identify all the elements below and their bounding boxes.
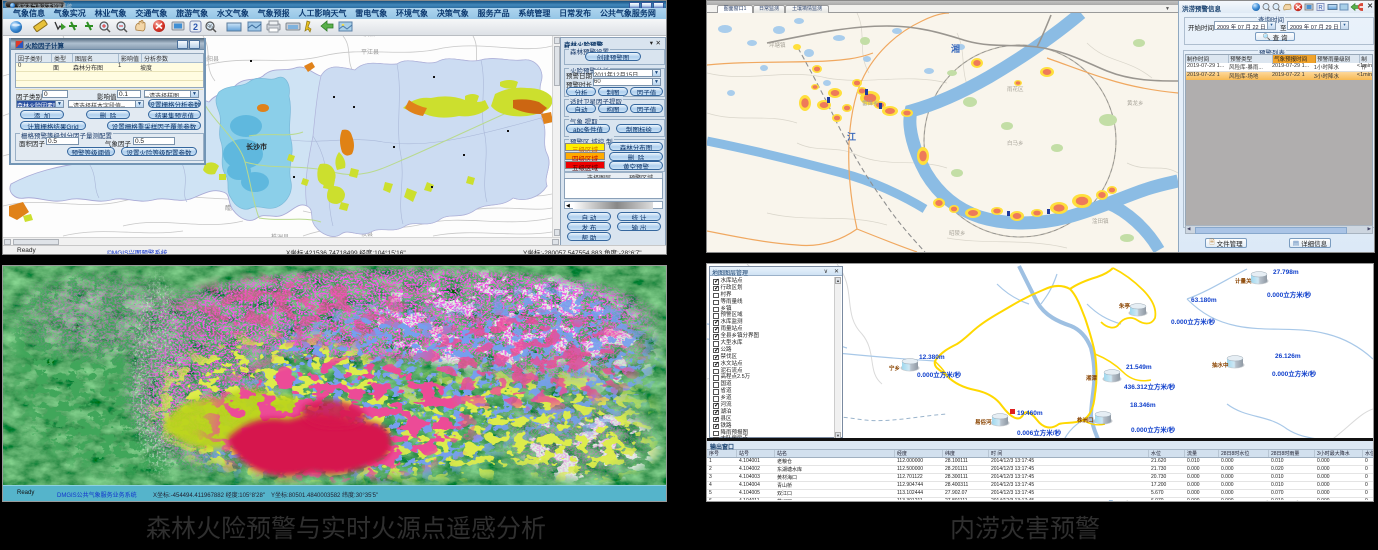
svg-text:黄龙乡: 黄龙乡 bbox=[1127, 99, 1144, 107]
svg-text:朱亭: 朱亭 bbox=[1119, 302, 1131, 310]
svg-text:平江县: 平江县 bbox=[361, 49, 379, 56]
svg-text:R: R bbox=[1318, 6, 1323, 12]
svg-text:淦田镇: 淦田镇 bbox=[1092, 217, 1109, 225]
svg-text:雷锋乡: 雷锋乡 bbox=[862, 99, 879, 107]
svg-text:0.000立方米/秒: 0.000立方米/秒 bbox=[1131, 425, 1176, 434]
svg-text:19.460m: 19.460m bbox=[1017, 410, 1043, 417]
svg-text:坪塘镇: 坪塘镇 bbox=[769, 41, 786, 49]
svg-text:湘潭: 湘潭 bbox=[1086, 374, 1098, 382]
svg-text:12.380m: 12.380m bbox=[919, 354, 945, 361]
svg-text:江: 江 bbox=[847, 131, 856, 142]
svg-text:2: 2 bbox=[193, 22, 198, 32]
svg-text:雨花区: 雨花区 bbox=[1007, 85, 1024, 93]
svg-text:抽水中: 抽水中 bbox=[1212, 361, 1229, 369]
svg-text:26.126m: 26.126m bbox=[1275, 353, 1301, 360]
svg-text:%: % bbox=[207, 25, 213, 31]
svg-text:昭陵乡: 昭陵乡 bbox=[949, 229, 966, 237]
svg-text:18.346m: 18.346m bbox=[1130, 402, 1156, 409]
svg-text:21.549m: 21.549m bbox=[1126, 364, 1152, 371]
svg-text:易俗河: 易俗河 bbox=[974, 418, 992, 426]
svg-text:白马乡: 白马乡 bbox=[1007, 139, 1024, 147]
svg-text:计量关: 计量关 bbox=[1235, 277, 1252, 285]
svg-text:攸县: 攸县 bbox=[363, 36, 375, 38]
svg-text:宁乡: 宁乡 bbox=[889, 364, 901, 372]
svg-text:湘: 湘 bbox=[951, 43, 960, 54]
svg-text:0.000立方米/秒: 0.000立方米/秒 bbox=[917, 370, 962, 379]
svg-text:0.000立方米/秒: 0.000立方米/秒 bbox=[1171, 317, 1216, 326]
svg-text:株洲口: 株洲口 bbox=[1077, 416, 1094, 424]
svg-text:0.000立方米/秒: 0.000立方米/秒 bbox=[1267, 290, 1312, 299]
svg-text:长沙市: 长沙市 bbox=[246, 142, 267, 151]
svg-text:436.312立方米/秒: 436.312立方米/秒 bbox=[1124, 382, 1176, 391]
svg-text:0.006立方米/秒: 0.006立方米/秒 bbox=[1017, 428, 1062, 437]
svg-text:27.798m: 27.798m bbox=[1273, 269, 1299, 276]
svg-text:63.180m: 63.180m bbox=[1191, 297, 1217, 304]
svg-text:0.000立方米/秒: 0.000立方米/秒 bbox=[1272, 369, 1317, 378]
